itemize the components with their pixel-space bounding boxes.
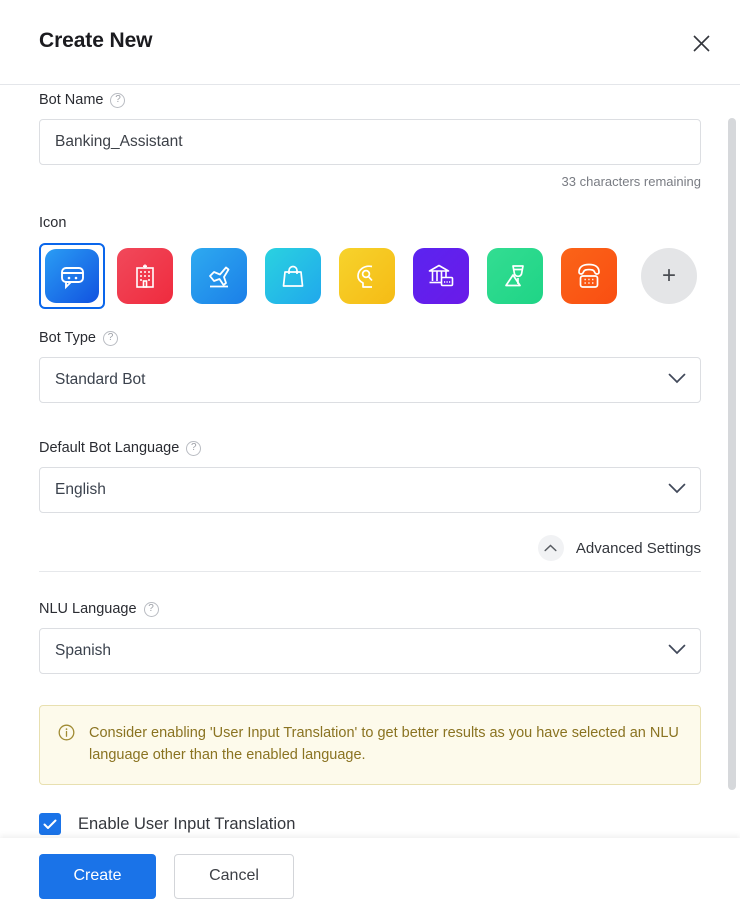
default-bot-language-select[interactable]: English (39, 467, 701, 513)
nlu-language-field-group: NLU Language ? Spanish (39, 601, 701, 674)
help-icon[interactable]: ? (143, 601, 159, 617)
chatbot-icon (45, 249, 99, 303)
add-icon-button[interactable]: + (641, 248, 697, 304)
default-bot-language-label-text: Default Bot Language (39, 440, 180, 456)
chevron-down-icon (668, 642, 686, 660)
bot-name-label: Bot Name ? (39, 92, 701, 108)
close-icon[interactable] (689, 31, 713, 55)
icon-label: Icon (39, 215, 697, 231)
bot-name-field-group: Bot Name ? 33 characters remaining (39, 92, 701, 189)
help-icon[interactable]: ? (186, 440, 202, 456)
bot-name-label-text: Bot Name (39, 92, 104, 108)
default-bot-language-value: English (55, 481, 106, 498)
airplane-icon (191, 248, 247, 304)
icon-option-chatbot[interactable] (39, 243, 105, 309)
enable-translation-check-row[interactable]: Enable User Input Translation (39, 813, 701, 835)
icon-option-hospital[interactable] (113, 244, 177, 308)
warning-banner-text: Consider enabling 'User Input Translatio… (89, 725, 679, 764)
chevron-down-icon (668, 371, 686, 389)
bot-type-label-text: Bot Type (39, 330, 96, 346)
create-button[interactable]: Create (39, 853, 156, 899)
nlu-language-value: Spanish (55, 642, 112, 659)
bot-name-input[interactable] (39, 119, 701, 165)
icon-option-airplane[interactable] (187, 244, 251, 308)
cancel-button[interactable]: Cancel (174, 853, 294, 899)
hospital-icon (117, 248, 173, 304)
chevron-up-icon (537, 535, 564, 561)
nlu-language-select[interactable]: Spanish (39, 628, 701, 674)
bot-name-helper-text: 33 characters remaining (561, 174, 701, 189)
modal-body: Bot Name ? 33 characters remaining Icon (0, 85, 740, 838)
page-title: Create New (39, 29, 153, 52)
icon-option-bank[interactable] (409, 244, 473, 308)
icon-option-wine-glass[interactable] (483, 244, 547, 308)
icon-option-brain-head[interactable] (335, 244, 399, 308)
telephone-icon (561, 248, 617, 304)
bot-type-label: Bot Type ? (39, 330, 701, 346)
advanced-settings-label: Advanced Settings (575, 539, 701, 557)
nlu-language-label-text: NLU Language (39, 601, 137, 617)
help-icon[interactable]: ? (102, 330, 118, 346)
enable-translation-checkbox[interactable] (39, 813, 61, 835)
advanced-settings-toggle[interactable]: Advanced Settings (39, 535, 701, 561)
enable-translation-row: Enable User Input Translation (39, 813, 701, 835)
bot-type-field-group: Bot Type ? Standard Bot (39, 330, 701, 403)
translation-warning-banner: Consider enabling 'User Input Translatio… (39, 705, 701, 785)
chevron-down-icon (668, 481, 686, 499)
icon-options-row: + (39, 243, 697, 309)
bank-icon (413, 248, 469, 304)
help-icon[interactable]: ? (110, 92, 126, 108)
create-new-modal: Create New Bot Name ? 33 characters rema… (0, 0, 740, 914)
info-icon (58, 724, 75, 767)
bot-type-value: Standard Bot (55, 371, 146, 388)
default-bot-language-label: Default Bot Language ? (39, 440, 701, 456)
warning-banner-box: Consider enabling 'User Input Translatio… (39, 705, 701, 785)
icon-picker-group: Icon + (39, 215, 697, 309)
wine-glass-icon (487, 248, 543, 304)
icon-option-telephone[interactable] (557, 244, 621, 308)
advanced-settings-row[interactable]: Advanced Settings (39, 535, 701, 561)
modal-footer: Create Cancel (0, 838, 740, 914)
brain-head-icon (339, 248, 395, 304)
scrollbar-thumb[interactable] (728, 118, 736, 790)
body-scrollbar[interactable] (724, 85, 740, 838)
bot-type-select[interactable]: Standard Bot (39, 357, 701, 403)
default-bot-language-field-group: Default Bot Language ? English (39, 440, 701, 513)
icon-option-shopping-bag[interactable] (261, 244, 325, 308)
nlu-language-label: NLU Language ? (39, 601, 701, 617)
section-divider (39, 571, 701, 572)
shopping-bag-icon (265, 248, 321, 304)
modal-header: Create New (0, 0, 740, 85)
enable-translation-label: Enable User Input Translation (78, 814, 296, 833)
icon-label-text: Icon (39, 215, 67, 231)
